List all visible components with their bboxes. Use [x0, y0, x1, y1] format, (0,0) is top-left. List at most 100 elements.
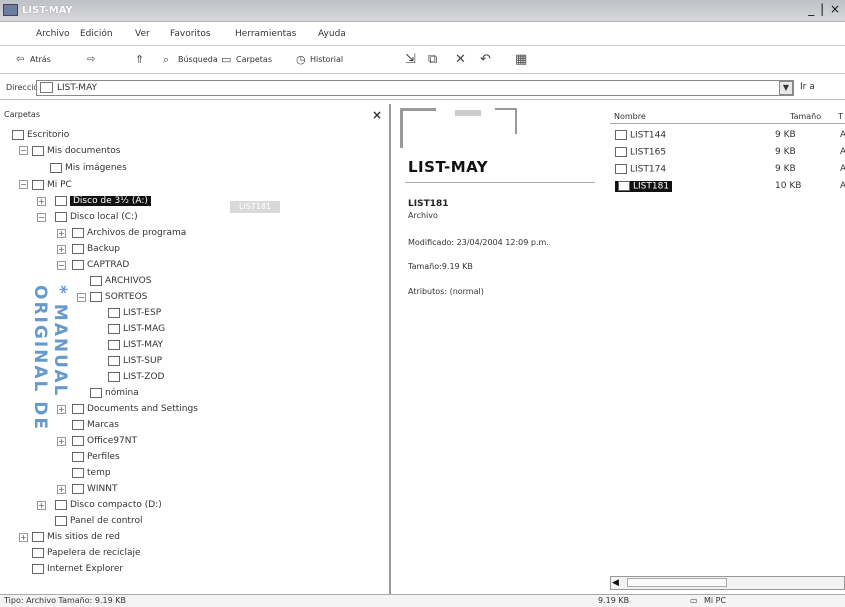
- tree-item-panel-de-control[interactable]: Panel de control: [55, 515, 142, 527]
- folder-icon: [90, 275, 102, 286]
- undo-icon[interactable]: ↶: [480, 53, 491, 66]
- tree-item-list-zod[interactable]: LIST-ZOD: [108, 371, 164, 383]
- tree-item-nomina[interactable]: nómina: [90, 387, 139, 399]
- copy-to-icon[interactable]: ⧉: [428, 53, 437, 66]
- tree-item-captrad[interactable]: CAPTRAD: [72, 259, 129, 271]
- folder-icon: [108, 371, 120, 382]
- search-icon[interactable]: ⌕: [163, 53, 169, 66]
- expand-icon[interactable]: +: [19, 533, 28, 542]
- tree-item-perfiles[interactable]: Perfiles: [72, 451, 120, 463]
- tree-item-disco-a[interactable]: Disco de 3½ (A:): [55, 195, 151, 207]
- folder-preview-icon: [495, 108, 517, 134]
- tree-item-list-esp[interactable]: LIST-ESP: [108, 307, 161, 319]
- tree-item-winnt[interactable]: WINNT: [72, 483, 118, 495]
- tree-item-archivos-de-programa[interactable]: Archivos de programa: [72, 227, 186, 239]
- up-folder-icon[interactable]: ⇑: [135, 53, 144, 66]
- folders-button[interactable]: Carpetas: [236, 55, 272, 64]
- folder-icon: [108, 323, 120, 334]
- column-header-size[interactable]: Tamaño: [790, 112, 821, 121]
- tree-item-office97nt[interactable]: Office97NT: [72, 435, 137, 447]
- tree-item-backup[interactable]: Backup: [72, 243, 120, 255]
- collapse-icon[interactable]: −: [57, 261, 66, 270]
- move-to-icon[interactable]: ⇲: [405, 53, 416, 66]
- column-header-type[interactable]: T: [838, 112, 843, 121]
- file-row[interactable]: LIST174 9 KB A: [615, 164, 845, 178]
- tree-item-documents-and-settings[interactable]: Documents and Settings: [72, 403, 198, 415]
- tree-item-list-mag[interactable]: LIST-MAG: [108, 323, 165, 335]
- tree-item-mis-imagenes[interactable]: Mis imágenes: [50, 162, 127, 174]
- modified-date: Modificado: 23/04/2004 12:09 p.m.: [408, 238, 549, 247]
- window-title: LIST-MAY: [22, 5, 73, 16]
- file-icon: [615, 147, 627, 157]
- divider: [405, 182, 595, 183]
- folder-icon: [90, 291, 102, 302]
- collapse-icon[interactable]: −: [77, 293, 86, 302]
- expand-icon[interactable]: +: [37, 197, 46, 206]
- folders-icon[interactable]: ▭: [221, 53, 231, 66]
- delete-icon[interactable]: ✕: [455, 53, 466, 66]
- tree-item-marcas[interactable]: Marcas: [72, 419, 119, 431]
- expand-icon[interactable]: +: [57, 229, 66, 238]
- tree-item-disco-c[interactable]: Disco local (C:): [55, 211, 138, 223]
- menu-archivo[interactable]: Archivo: [36, 29, 70, 39]
- history-icon[interactable]: ◷: [296, 53, 306, 66]
- scrollbar-thumb[interactable]: [627, 578, 727, 587]
- menu-herramientas[interactable]: Herramientas: [235, 29, 296, 39]
- recycle-bin-icon: [32, 547, 44, 558]
- file-row-selected[interactable]: LIST181 10 KB A: [615, 181, 845, 195]
- menu-edicion[interactable]: Edición: [80, 29, 113, 39]
- forward-arrow-icon[interactable]: ⇨: [87, 53, 95, 66]
- collapse-icon[interactable]: −: [37, 213, 46, 222]
- back-arrow-icon[interactable]: ⇦: [16, 53, 24, 66]
- column-header-name[interactable]: Nombre: [614, 112, 646, 121]
- folder-icon: [72, 451, 84, 462]
- close-icon[interactable]: ×: [372, 108, 382, 122]
- go-button[interactable]: Ir a: [800, 82, 815, 92]
- menu-ver[interactable]: Ver: [135, 29, 150, 39]
- history-button[interactable]: Historial: [310, 55, 343, 64]
- collapse-icon[interactable]: −: [19, 146, 28, 155]
- file-size: Tamaño:9.19 KB: [408, 262, 473, 271]
- menu-favoritos[interactable]: Favoritos: [170, 29, 211, 39]
- back-button[interactable]: Atrás: [30, 55, 51, 64]
- folder-icon: [72, 403, 84, 414]
- views-icon[interactable]: ▦: [515, 53, 527, 66]
- status-size: 9.19 KB: [598, 596, 630, 605]
- status-text: Tipo: Archivo Tamaño: 9.19 KB: [4, 596, 126, 605]
- tree-item-temp[interactable]: temp: [72, 467, 111, 479]
- tree-item-list-may[interactable]: LIST-MAY: [108, 339, 163, 351]
- expand-icon[interactable]: +: [57, 245, 66, 254]
- collapse-icon[interactable]: −: [19, 180, 28, 189]
- file-row[interactable]: LIST165 9 KB A: [615, 147, 845, 161]
- network-icon: [32, 531, 44, 542]
- file-row[interactable]: LIST144 9 KB A: [615, 130, 845, 144]
- search-button[interactable]: Búsqueda: [178, 55, 218, 64]
- file-icon: [618, 181, 630, 191]
- selected-file-type: Archivo: [408, 211, 438, 220]
- folder-icon: [72, 259, 84, 270]
- tree-item-mis-documentos[interactable]: Mis documentos: [32, 145, 120, 157]
- folder-icon: [108, 307, 120, 318]
- tree-item-disco-d[interactable]: Disco compacto (D:): [55, 499, 162, 511]
- floppy-disk-icon: [55, 195, 67, 206]
- tree-item-mi-pc[interactable]: Mi PC: [32, 179, 72, 191]
- tree-item-escritorio[interactable]: Escritorio: [12, 129, 69, 141]
- scroll-left-icon[interactable]: ◀: [612, 578, 619, 588]
- tree-item-internet-explorer[interactable]: Internet Explorer: [32, 563, 123, 575]
- tree-item-archivos[interactable]: ARCHIVOS: [90, 275, 151, 287]
- title-bar: [0, 0, 845, 22]
- folder-icon: [72, 419, 84, 430]
- folder-icon: [108, 355, 120, 366]
- window-controls[interactable]: _ | ×: [808, 2, 841, 16]
- tree-item-list-sup[interactable]: LIST-SUP: [108, 355, 162, 367]
- address-input[interactable]: LIST-MAY: [36, 80, 794, 96]
- tree-item-mis-sitios-de-red[interactable]: Mis sitios de red: [32, 531, 120, 543]
- tree-item-sorteos[interactable]: SORTEOS: [90, 291, 147, 303]
- toolbar: ⇦ Atrás ⇨ ⇑ ⌕ Búsqueda ▭ Carpetas ◷ Hist…: [0, 48, 845, 74]
- status-location: Mi PC: [704, 596, 727, 605]
- folder-icon: [50, 162, 62, 173]
- tree-item-papelera[interactable]: Papelera de reciclaje: [32, 547, 141, 559]
- chevron-down-icon[interactable]: ▼: [779, 81, 793, 95]
- menu-ayuda[interactable]: Ayuda: [318, 29, 346, 39]
- folder-icon: [72, 227, 84, 238]
